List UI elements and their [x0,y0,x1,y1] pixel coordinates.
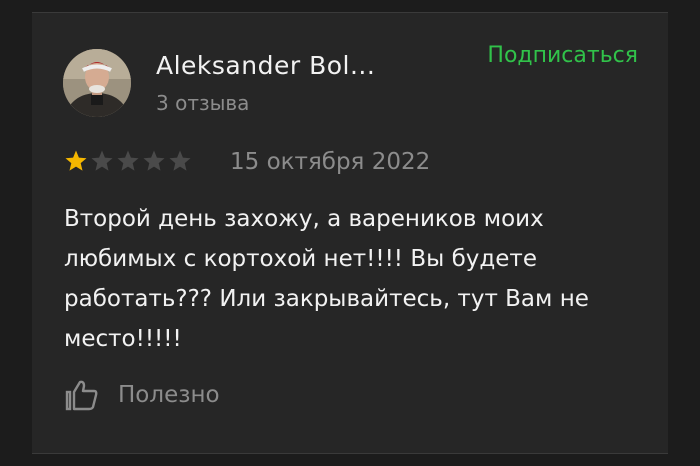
rating-stars [64,149,192,173]
review-count: 3 отзыва [156,91,250,115]
star-empty-icon [169,150,191,171]
helpful-button[interactable]: Полезно [64,379,220,411]
author-name[interactable]: Aleksander Bol... [156,51,416,80]
review-text: Второй день захожу, а вареников моих люб… [64,206,589,352]
star-empty-icon [117,150,139,171]
subscribe-button[interactable]: Подписаться [487,43,638,68]
avatar[interactable] [63,49,131,117]
star-empty-icon [143,150,165,171]
thumbs-up-icon [65,380,98,411]
star-empty-icon [91,150,113,171]
helpful-label: Полезно [118,382,220,408]
review-date: 15 октября 2022 [230,149,431,175]
star-filled-icon [65,150,87,171]
avatar-photo [63,49,131,117]
review-card: Aleksander Bol... 3 отзыва Подписаться 1… [32,12,668,454]
page: Aleksander Bol... 3 отзыва Подписаться 1… [0,0,700,466]
